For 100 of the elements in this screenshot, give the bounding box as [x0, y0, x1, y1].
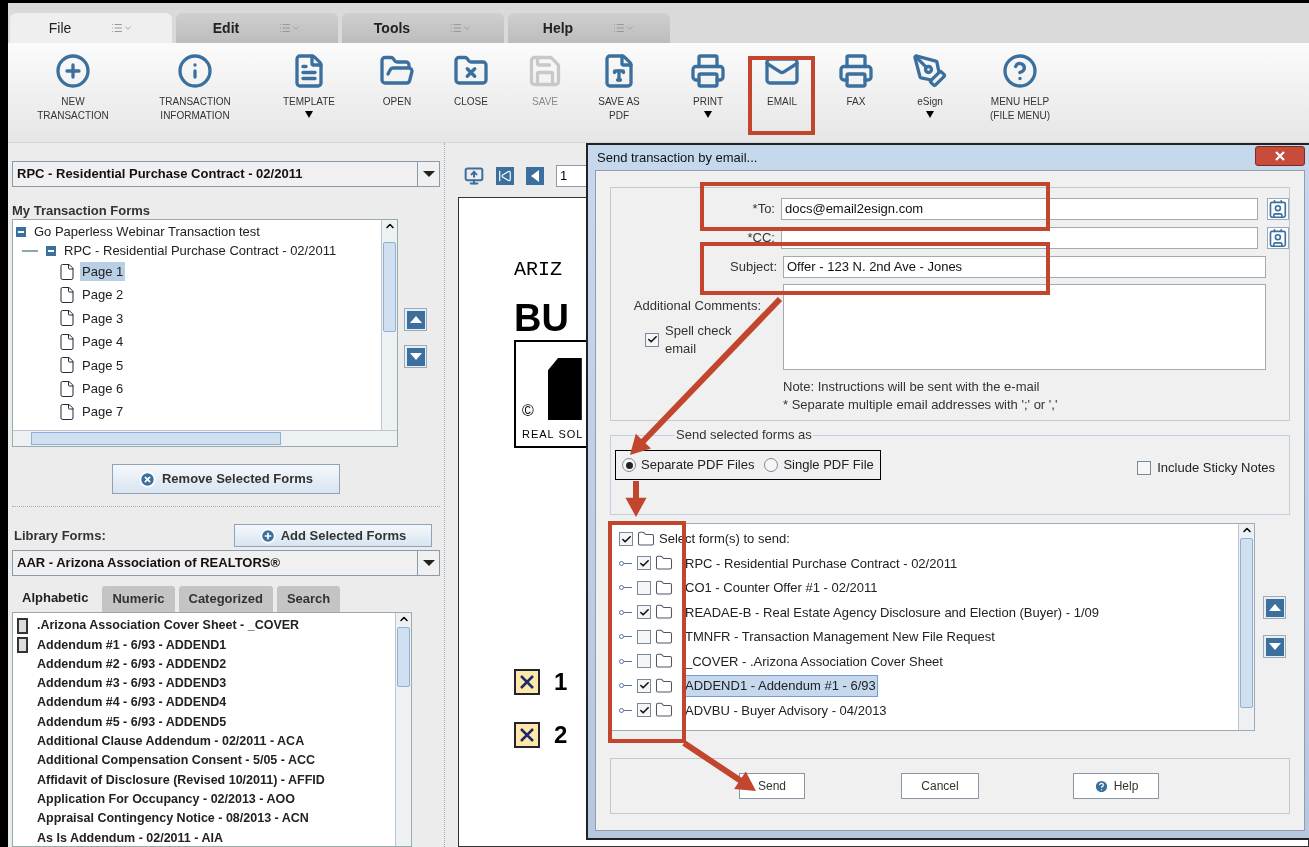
toolbar-button[interactable]: EMAIL — [745, 53, 819, 109]
toolbar-button[interactable]: PRINT — [671, 53, 745, 118]
tree-item[interactable]: Page 7 — [80, 402, 126, 422]
toolbar-button[interactable]: TEMPLATE — [272, 53, 346, 118]
menu-tab[interactable]: Help — [508, 13, 670, 43]
subject-field[interactable]: Offer - 123 N. 2nd Ave - Jones — [783, 255, 1266, 278]
toolbar-button[interactable]: FAX — [819, 53, 893, 109]
checkbox[interactable] — [645, 332, 659, 347]
toolbar-button[interactable]: TRANSACTION INFORMATION — [158, 53, 232, 123]
toolbar-button[interactable]: SAVE AS PDF — [582, 53, 656, 123]
scroll-thumb[interactable] — [397, 627, 410, 687]
to-field[interactable]: docs@email2esign.com — [781, 197, 1259, 220]
folder-icon — [655, 603, 673, 622]
move-down-button[interactable] — [1263, 635, 1286, 658]
add-page-icon[interactable] — [464, 165, 484, 186]
library-item[interactable]: Affidavit of Disclosure (Revised 10/2011) - AFFID — [37, 770, 325, 790]
tree-item[interactable]: RPC - Residential Purchase Contract - 02/2011 — [16, 241, 381, 260]
checkbox[interactable] — [637, 629, 651, 644]
dropdown-icon — [422, 171, 435, 177]
form-item[interactable]: TMNFR - Transaction Management New File Request — [683, 626, 997, 648]
checkbox[interactable] — [637, 580, 651, 595]
help-button[interactable]: Help — [1073, 773, 1159, 799]
scroll-thumb[interactable] — [1240, 538, 1253, 708]
radio-button[interactable] — [622, 458, 636, 472]
form-item[interactable]: ADVBU - Buyer Advisory - 04/2013 — [683, 699, 889, 721]
library-item[interactable]: Addendum #1 - 6/93 - ADDEND1 — [37, 635, 227, 655]
add-forms-button[interactable]: Add Selected Forms — [234, 524, 432, 547]
checkbox-label: Spell check email — [665, 321, 733, 358]
library-item[interactable]: Appraisal Contingency Notice - 08/2013 - ACN — [37, 809, 309, 828]
checkbox[interactable] — [1137, 460, 1152, 475]
move-up-button[interactable] — [404, 308, 427, 331]
tab[interactable]: Search — [276, 586, 341, 612]
tree-item[interactable]: Page 3 — [80, 308, 126, 329]
library-item[interactable]: Additional Clause Addendum - 02/2011 - ACA — [37, 732, 305, 751]
scroll-thumb[interactable] — [31, 432, 281, 445]
form-select[interactable]: RPC - Residential Purchase Contract - 02/2011 — [12, 161, 440, 187]
checkbox[interactable] — [619, 532, 633, 546]
library-item[interactable]: Addendum #5 - 6/93 - ADDEND5 — [37, 712, 227, 732]
tree-item[interactable]: Page 1 — [80, 261, 126, 282]
save-icon — [527, 53, 563, 89]
scrollbar[interactable] — [13, 430, 397, 446]
tab[interactable]: Categorized — [178, 586, 273, 612]
address-book-icon[interactable] — [1267, 197, 1289, 220]
tree-item[interactable]: Page 4 — [80, 332, 126, 352]
library-item[interactable]: As Is Addendum - 02/2011 - AIA — [37, 828, 223, 847]
pen-icon — [912, 53, 948, 89]
close-button[interactable] — [1255, 145, 1305, 166]
scroll-thumb[interactable] — [383, 242, 396, 332]
tab[interactable]: Numeric — [102, 586, 175, 612]
menu-list-icon — [450, 22, 473, 34]
previous-page-icon[interactable] — [526, 166, 544, 185]
address-book-icon[interactable] — [1267, 226, 1289, 249]
form-item[interactable]: READAE-B - Real Estate Agency Disclosure and Election (Buyer) - 1/09 — [683, 601, 1101, 623]
scrollbar[interactable] — [1238, 524, 1254, 730]
form-item[interactable]: CO1 - Counter Offer #1 - 02/2011 — [683, 577, 880, 599]
library-item[interactable]: Addendum #4 - 6/93 - ADDEND4 — [37, 693, 227, 713]
radio-label: Single PDF File — [783, 456, 874, 475]
toolbar-button[interactable]: OPEN — [360, 53, 434, 109]
radio-button[interactable] — [764, 458, 779, 472]
library-item[interactable]: .Arizona Association Cover Sheet - _COVER — [37, 616, 300, 635]
menu-tab[interactable]: Tools — [342, 13, 504, 43]
menu-tab[interactable]: File — [10, 13, 172, 43]
checkbox[interactable] — [514, 669, 540, 695]
menu-tab[interactable]: Edit — [176, 13, 338, 43]
library-item[interactable]: Additional Compensation Consent - 5/05 - ACC — [37, 751, 316, 771]
toolbar-button[interactable]: MENU HELP (FILE MENU) — [983, 53, 1057, 123]
toolbar-button[interactable]: eSign — [893, 53, 967, 118]
first-page-icon[interactable] — [496, 166, 514, 185]
checkbox[interactable] — [637, 605, 651, 620]
move-down-button[interactable] — [404, 345, 427, 368]
copyright-sign: © — [522, 402, 534, 420]
checkbox[interactable] — [637, 654, 651, 669]
tree-item[interactable]: Go Paperless Webinar Transaction test — [16, 222, 381, 241]
form-item[interactable]: _COVER - .Arizona Association Cover Sheet — [683, 650, 945, 672]
comments-field[interactable] — [783, 284, 1266, 370]
form-item[interactable]: RPC - Residential Purchase Contract - 02/2011 — [683, 552, 960, 574]
library-label: Library Forms: — [13, 526, 106, 545]
checkbox[interactable] — [637, 703, 651, 718]
checkbox[interactable] — [637, 678, 651, 693]
form-item[interactable]: ADDEND1 - Addendum #1 - 6/93 — [683, 675, 878, 697]
library-item[interactable]: Addendum #3 - 6/93 - ADDEND3 — [37, 674, 227, 693]
radio-label: Separate PDF Files — [641, 456, 755, 475]
remove-forms-button[interactable]: Remove Selected Forms — [112, 464, 340, 494]
move-up-button[interactable] — [1263, 596, 1286, 619]
library-select[interactable]: AAR - Arizona Association of REALTORS® — [12, 550, 440, 576]
folder-icon — [655, 701, 673, 720]
tree-item[interactable]: Page 5 — [80, 355, 126, 375]
cancel-button[interactable]: Cancel — [901, 773, 979, 799]
help-icon — [1002, 53, 1038, 89]
scrollbar[interactable] — [395, 613, 411, 846]
toolbar-button[interactable]: NEW TRANSACTION — [36, 53, 110, 123]
library-item[interactable]: Addendum #2 - 6/93 - ADDEND2 — [37, 654, 227, 674]
checkbox[interactable] — [514, 722, 540, 748]
tree-item[interactable]: Page 6 — [80, 378, 126, 399]
toolbar-button[interactable]: CLOSE — [434, 53, 508, 109]
scrollbar[interactable] — [381, 220, 397, 430]
checkbox[interactable] — [637, 556, 651, 571]
library-item[interactable]: Application For Occupancy - 02/2013 - AOO — [37, 789, 295, 809]
tree-item[interactable]: Page 2 — [80, 285, 126, 305]
arrow — [625, 481, 647, 517]
